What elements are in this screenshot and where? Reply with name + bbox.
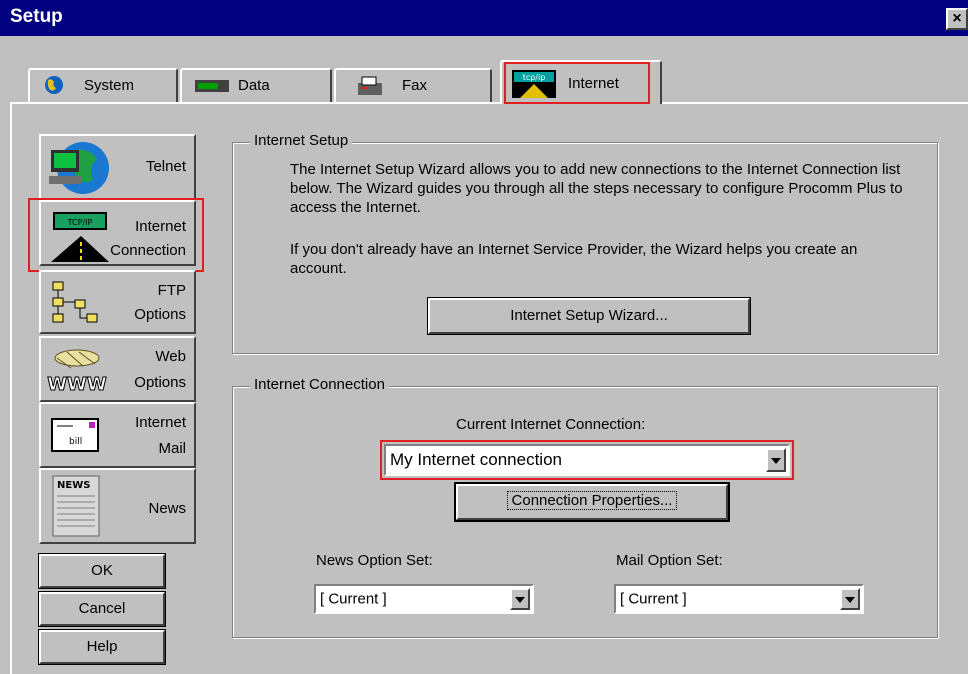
close-button[interactable]: × [946,8,968,30]
fax-icon [358,76,382,95]
tab-fax[interactable]: Fax [334,68,492,102]
tab-panel [10,102,968,674]
tab-label: System [84,77,135,94]
tab-label: Fax [402,77,428,94]
tab-highlight-frame [504,62,650,104]
window-title: Setup [10,6,63,27]
globe-icon [45,76,63,94]
modem-icon [195,80,229,92]
tab-label: Data [238,77,270,94]
tab-system[interactable]: System [28,68,178,102]
tab-data[interactable]: Data [180,68,332,102]
title-bar: Setup × [0,0,968,36]
